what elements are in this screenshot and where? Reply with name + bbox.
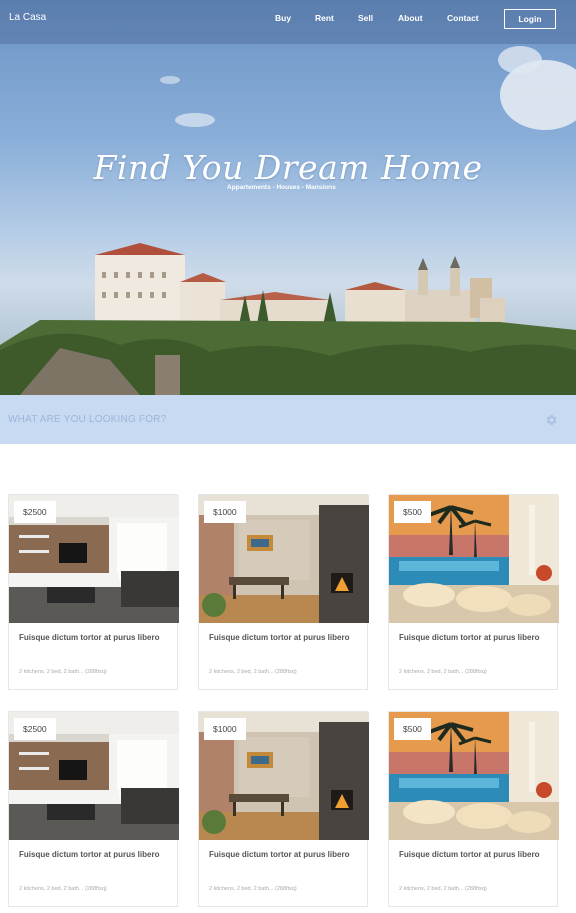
nav-link-rent[interactable]: Rent <box>315 13 334 23</box>
listing-title[interactable]: Fuisque dictum tortor at purus libero <box>399 848 549 862</box>
price-badge: $1000 <box>204 501 246 523</box>
hero-subline: Appartements - Houses - Mansions <box>227 184 336 191</box>
listing-photo-living-room[interactable]: $2500 <box>9 712 179 840</box>
listing-title[interactable]: Fuisque dictum tortor at purus libero <box>19 848 169 862</box>
listing-details: 2 kitchens, 2 bed, 2 bath... (288ftsq) <box>19 886 107 892</box>
brand-logo[interactable]: La Casa <box>9 12 46 23</box>
price-badge: $2500 <box>14 501 56 523</box>
price-badge: $500 <box>394 718 431 740</box>
listing-photo-dining-room[interactable]: $1000 <box>199 712 369 840</box>
listing-details: 2 kitchens, 2 bed, 2 bath... (288ftsq) <box>19 669 107 675</box>
login-button[interactable]: Login <box>504 9 556 29</box>
listing-title[interactable]: Fuisque dictum tortor at purus libero <box>399 631 549 645</box>
listing-photo-pool-terrace[interactable]: $500 <box>389 712 559 840</box>
listing-photo-dining-room[interactable]: $1000 <box>199 495 369 623</box>
listing-card[interactable]: $2500 Fuisque dictum tortor at purus lib… <box>8 711 179 907</box>
listing-title[interactable]: Fuisque dictum tortor at purus libero <box>209 848 359 862</box>
nav-link-sell[interactable]: Sell <box>358 13 373 23</box>
listing-card[interactable]: $500 Fuisque dictum tortor at purus libe… <box>388 711 559 907</box>
price-badge: $1000 <box>204 718 246 740</box>
listing-title[interactable]: Fuisque dictum tortor at purus libero <box>209 631 359 645</box>
hero-headline: Find You Dream Home <box>93 148 483 187</box>
nav-link-contact[interactable]: Contact <box>447 13 479 23</box>
price-badge: $2500 <box>14 718 56 740</box>
top-navbar: La Casa Buy Rent Sell About Contact Logi… <box>0 0 576 44</box>
search-bar <box>0 395 576 444</box>
listing-details: 2 kitchens, 2 bed, 2 bath... (288ftsq) <box>399 886 487 892</box>
listing-card[interactable]: $2500 Fuisque dictum tortor at purus lib… <box>8 494 179 690</box>
search-input[interactable] <box>0 395 530 444</box>
listing-details: 2 kitchens, 2 bed, 2 bath... (288ftsq) <box>399 669 487 675</box>
listing-card[interactable]: $500 Fuisque dictum tortor at purus libe… <box>388 494 559 690</box>
listing-details: 2 kitchens, 2 bed, 2 bath... (288ftsq) <box>209 669 297 675</box>
nav-link-about[interactable]: About <box>398 13 423 23</box>
price-badge: $500 <box>394 501 431 523</box>
gear-icon[interactable] <box>544 413 558 427</box>
listing-card[interactable]: $1000 Fuisque dictum tortor at purus lib… <box>198 711 369 907</box>
listing-details: 2 kitchens, 2 bed, 2 bath... (288ftsq) <box>209 886 297 892</box>
nav-link-buy[interactable]: Buy <box>275 13 291 23</box>
listing-title[interactable]: Fuisque dictum tortor at purus libero <box>19 631 169 645</box>
listing-card[interactable]: $1000 Fuisque dictum tortor at purus lib… <box>198 494 369 690</box>
hero-banner: La Casa Buy Rent Sell About Contact Logi… <box>0 0 576 395</box>
hero-castle-photo <box>0 46 576 395</box>
listing-photo-living-room[interactable]: $2500 <box>9 495 179 623</box>
listing-photo-pool-terrace[interactable]: $500 <box>389 495 559 623</box>
